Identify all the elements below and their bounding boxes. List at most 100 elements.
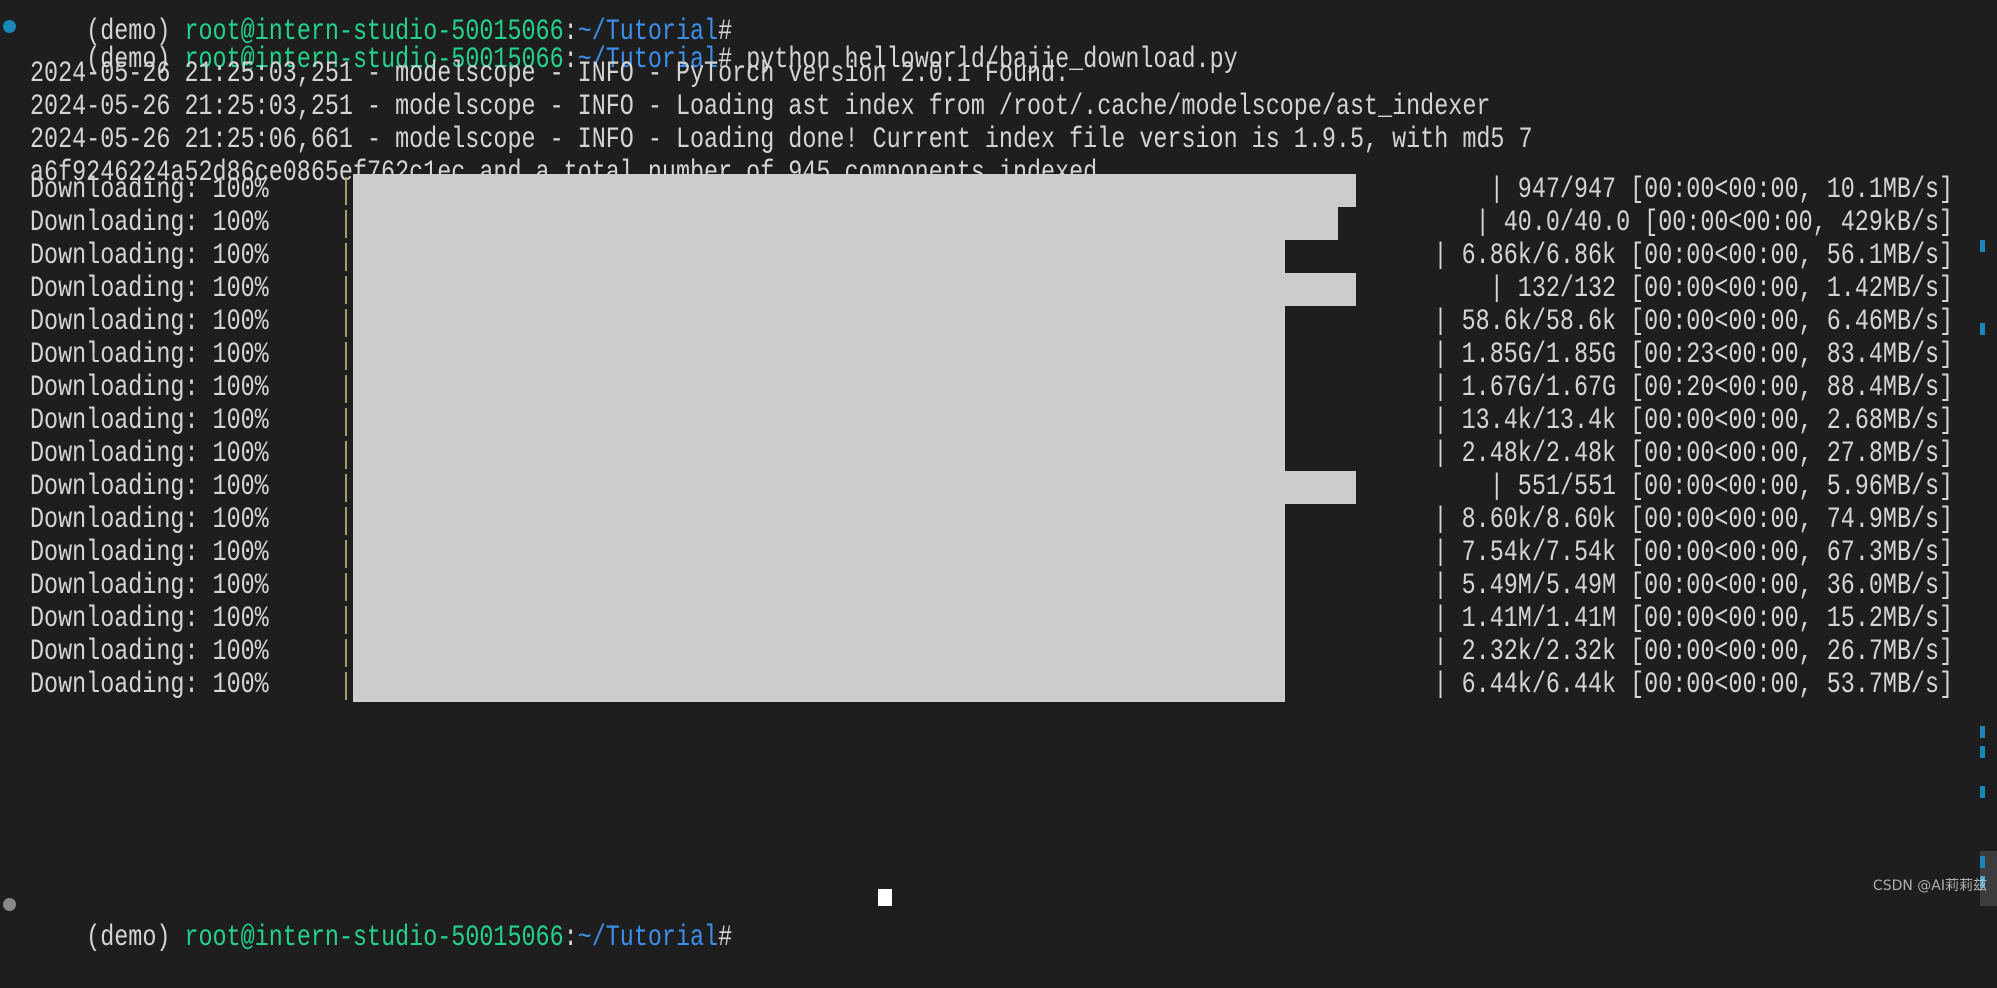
log-line: 2024-05-26 21:25:06,661 - modelscope - I… bbox=[30, 123, 1533, 157]
download-label: Downloading: 100% bbox=[30, 437, 269, 471]
progress-bar-fill bbox=[353, 570, 1285, 603]
progress-bar-fill bbox=[353, 636, 1285, 669]
download-label: Downloading: 100% bbox=[30, 503, 269, 537]
progress-bar-fill bbox=[353, 603, 1285, 636]
prompt-hash: # bbox=[718, 921, 733, 955]
progress-bar-fill bbox=[353, 438, 1285, 471]
scroll-marker[interactable] bbox=[1980, 726, 1985, 738]
progress-bar-fill bbox=[353, 207, 1339, 240]
download-label: Downloading: 100% bbox=[30, 602, 269, 636]
progress-bar-left-edge bbox=[345, 243, 347, 271]
progress-bar-fill bbox=[353, 537, 1285, 570]
download-stats: | 6.44k/6.44k [00:00<00:00, 53.7MB/s] bbox=[1433, 668, 1953, 702]
download-stats: | 7.54k/7.54k [00:00<00:00, 67.3MB/s] bbox=[1433, 536, 1953, 570]
progress-bar-left-edge bbox=[345, 507, 347, 535]
download-stats: | 58.6k/58.6k [00:00<00:00, 6.46MB/s] bbox=[1433, 305, 1953, 339]
log-line: 2024-05-26 21:25:03,251 - modelscope - I… bbox=[30, 57, 1070, 91]
download-label: Downloading: 100% bbox=[30, 404, 269, 438]
download-row: Downloading: 100% | 7.54k/7.54k [00:00<00… bbox=[0, 537, 1997, 570]
download-row: Downloading: 100% | 2.32k/2.32k [00:00<00… bbox=[0, 636, 1997, 669]
progress-bar-fill bbox=[353, 372, 1285, 405]
download-row: Downloading: 100% | 6.44k/6.44k [00:00<00… bbox=[0, 669, 1997, 702]
command-status-dot-icon[interactable] bbox=[3, 898, 16, 911]
download-row: Downloading: 100% | 1.41M/1.41M [00:00<00… bbox=[0, 603, 1997, 636]
terminal[interactable]: (demo) root@intern-studio-50015066:~/Tut… bbox=[0, 0, 1997, 955]
progress-bar-left-edge bbox=[345, 672, 347, 700]
progress-bar-left-edge bbox=[345, 606, 347, 634]
download-stats: | 1.41M/1.41M [00:00<00:00, 15.2MB/s] bbox=[1433, 602, 1953, 636]
progress-bar-fill bbox=[353, 240, 1285, 273]
download-stats: | 6.86k/6.86k [00:00<00:00, 56.1MB/s] bbox=[1433, 239, 1953, 273]
download-stats: | 2.32k/2.32k [00:00<00:00, 26.7MB/s] bbox=[1433, 635, 1953, 669]
download-stats: | 5.49M/5.49M [00:00<00:00, 36.0MB/s] bbox=[1433, 569, 1953, 603]
download-label: Downloading: 100% bbox=[30, 470, 269, 504]
download-stats: | 2.48k/2.48k [00:00<00:00, 27.8MB/s] bbox=[1433, 437, 1953, 471]
progress-bar-fill bbox=[353, 669, 1285, 702]
progress-bar-left-edge bbox=[345, 573, 347, 601]
download-label: Downloading: 100% bbox=[30, 635, 269, 669]
progress-bar-left-edge bbox=[345, 474, 347, 502]
download-row: Downloading: 100% | 40.0/40.0 [00:00<00:0… bbox=[0, 207, 1997, 240]
progress-bar-left-edge bbox=[345, 441, 347, 469]
download-row: Downloading: 100% | 13.4k/13.4k [00:00<00… bbox=[0, 405, 1997, 438]
download-label: Downloading: 100% bbox=[30, 536, 269, 570]
progress-bar-left-edge bbox=[345, 309, 347, 337]
progress-bar-fill bbox=[353, 471, 1356, 504]
progress-bar-left-edge bbox=[345, 540, 347, 568]
download-row: Downloading: 100% | 1.67G/1.67G [00:20<00… bbox=[0, 372, 1997, 405]
scroll-marker[interactable] bbox=[1980, 786, 1985, 798]
scroll-marker[interactable] bbox=[1980, 323, 1985, 335]
terminal-cursor bbox=[878, 889, 892, 906]
progress-bar-left-edge bbox=[345, 375, 347, 403]
download-stats: | 13.4k/13.4k [00:00<00:00, 2.68MB/s] bbox=[1433, 404, 1953, 438]
prompt-colon: : bbox=[563, 921, 578, 955]
download-stats: | 1.85G/1.85G [00:23<00:00, 83.4MB/s] bbox=[1433, 338, 1953, 372]
download-stats: | 1.67G/1.67G [00:20<00:00, 88.4MB/s] bbox=[1433, 371, 1953, 405]
download-label: Downloading: 100% bbox=[30, 668, 269, 702]
download-stats: | 8.60k/8.60k [00:00<00:00, 74.9MB/s] bbox=[1433, 503, 1953, 537]
scroll-marker[interactable] bbox=[1980, 240, 1985, 252]
scroll-marker[interactable] bbox=[1980, 856, 1985, 868]
progress-bar-fill bbox=[353, 339, 1285, 372]
download-stats: | 40.0/40.0 [00:00<00:00, 429kB/s] bbox=[1475, 206, 1953, 240]
command-prompt-line: (demo) root@intern-studio-50015066:~/Tut… bbox=[30, 11, 1238, 77]
prompt-env: (demo) bbox=[86, 921, 185, 955]
download-label: Downloading: 100% bbox=[30, 239, 269, 273]
download-label: Downloading: 100% bbox=[30, 305, 269, 339]
progress-bar-fill bbox=[353, 273, 1356, 306]
download-label: Downloading: 100% bbox=[30, 272, 269, 306]
scroll-marker[interactable] bbox=[1980, 746, 1985, 758]
progress-bar-fill bbox=[353, 306, 1285, 339]
progress-bar-fill bbox=[353, 174, 1356, 207]
download-row: Downloading: 100% | 1.85G/1.85G [00:23<00… bbox=[0, 339, 1997, 372]
watermark: CSDN @AI莉莉兹 bbox=[1872, 878, 1987, 894]
download-row: Downloading: 100% | 947/947 [00:00<00:00,… bbox=[0, 174, 1997, 207]
download-label: Downloading: 100% bbox=[30, 569, 269, 603]
progress-bar-left-edge bbox=[345, 177, 347, 205]
download-row: Downloading: 100% | 58.6k/58.6k [00:00<00… bbox=[0, 306, 1997, 339]
download-label: Downloading: 100% bbox=[30, 371, 269, 405]
progress-bar-left-edge bbox=[345, 210, 347, 238]
progress-bar-fill bbox=[353, 405, 1285, 438]
download-row: Downloading: 100% | 6.86k/6.86k [00:00<00… bbox=[0, 240, 1997, 273]
download-row: Downloading: 100% | 5.49M/5.49M [00:00<00… bbox=[0, 570, 1997, 603]
log-line: 2024-05-26 21:25:03,251 - modelscope - I… bbox=[30, 90, 1491, 124]
command-status-dot-icon[interactable] bbox=[3, 20, 16, 33]
prompt-path: ~/Tutorial bbox=[577, 921, 719, 955]
download-stats: | 947/947 [00:00<00:00, 10.1MB/s] bbox=[1489, 173, 1953, 207]
progress-bar-left-edge bbox=[345, 342, 347, 370]
progress-bar-left-edge bbox=[345, 276, 347, 304]
download-row: Downloading: 100% | 132/132 [00:00<00:00,… bbox=[0, 273, 1997, 306]
progress-bar-left-edge bbox=[345, 408, 347, 436]
download-stats: | 551/551 [00:00<00:00, 5.96MB/s] bbox=[1489, 470, 1953, 504]
download-label: Downloading: 100% bbox=[30, 206, 269, 240]
download-label: Downloading: 100% bbox=[30, 173, 269, 207]
download-row: Downloading: 100% | 2.48k/2.48k [00:00<00… bbox=[0, 438, 1997, 471]
progress-bar-left-edge bbox=[345, 639, 347, 667]
progress-bar-fill bbox=[353, 504, 1285, 537]
download-row: Downloading: 100% | 8.60k/8.60k [00:00<00… bbox=[0, 504, 1997, 537]
download-stats: | 132/132 [00:00<00:00, 1.42MB/s] bbox=[1489, 272, 1953, 306]
prompt-user-host: root@intern-studio-50015066 bbox=[184, 921, 564, 955]
download-label: Downloading: 100% bbox=[30, 338, 269, 372]
download-row: Downloading: 100% | 551/551 [00:00<00:00,… bbox=[0, 471, 1997, 504]
